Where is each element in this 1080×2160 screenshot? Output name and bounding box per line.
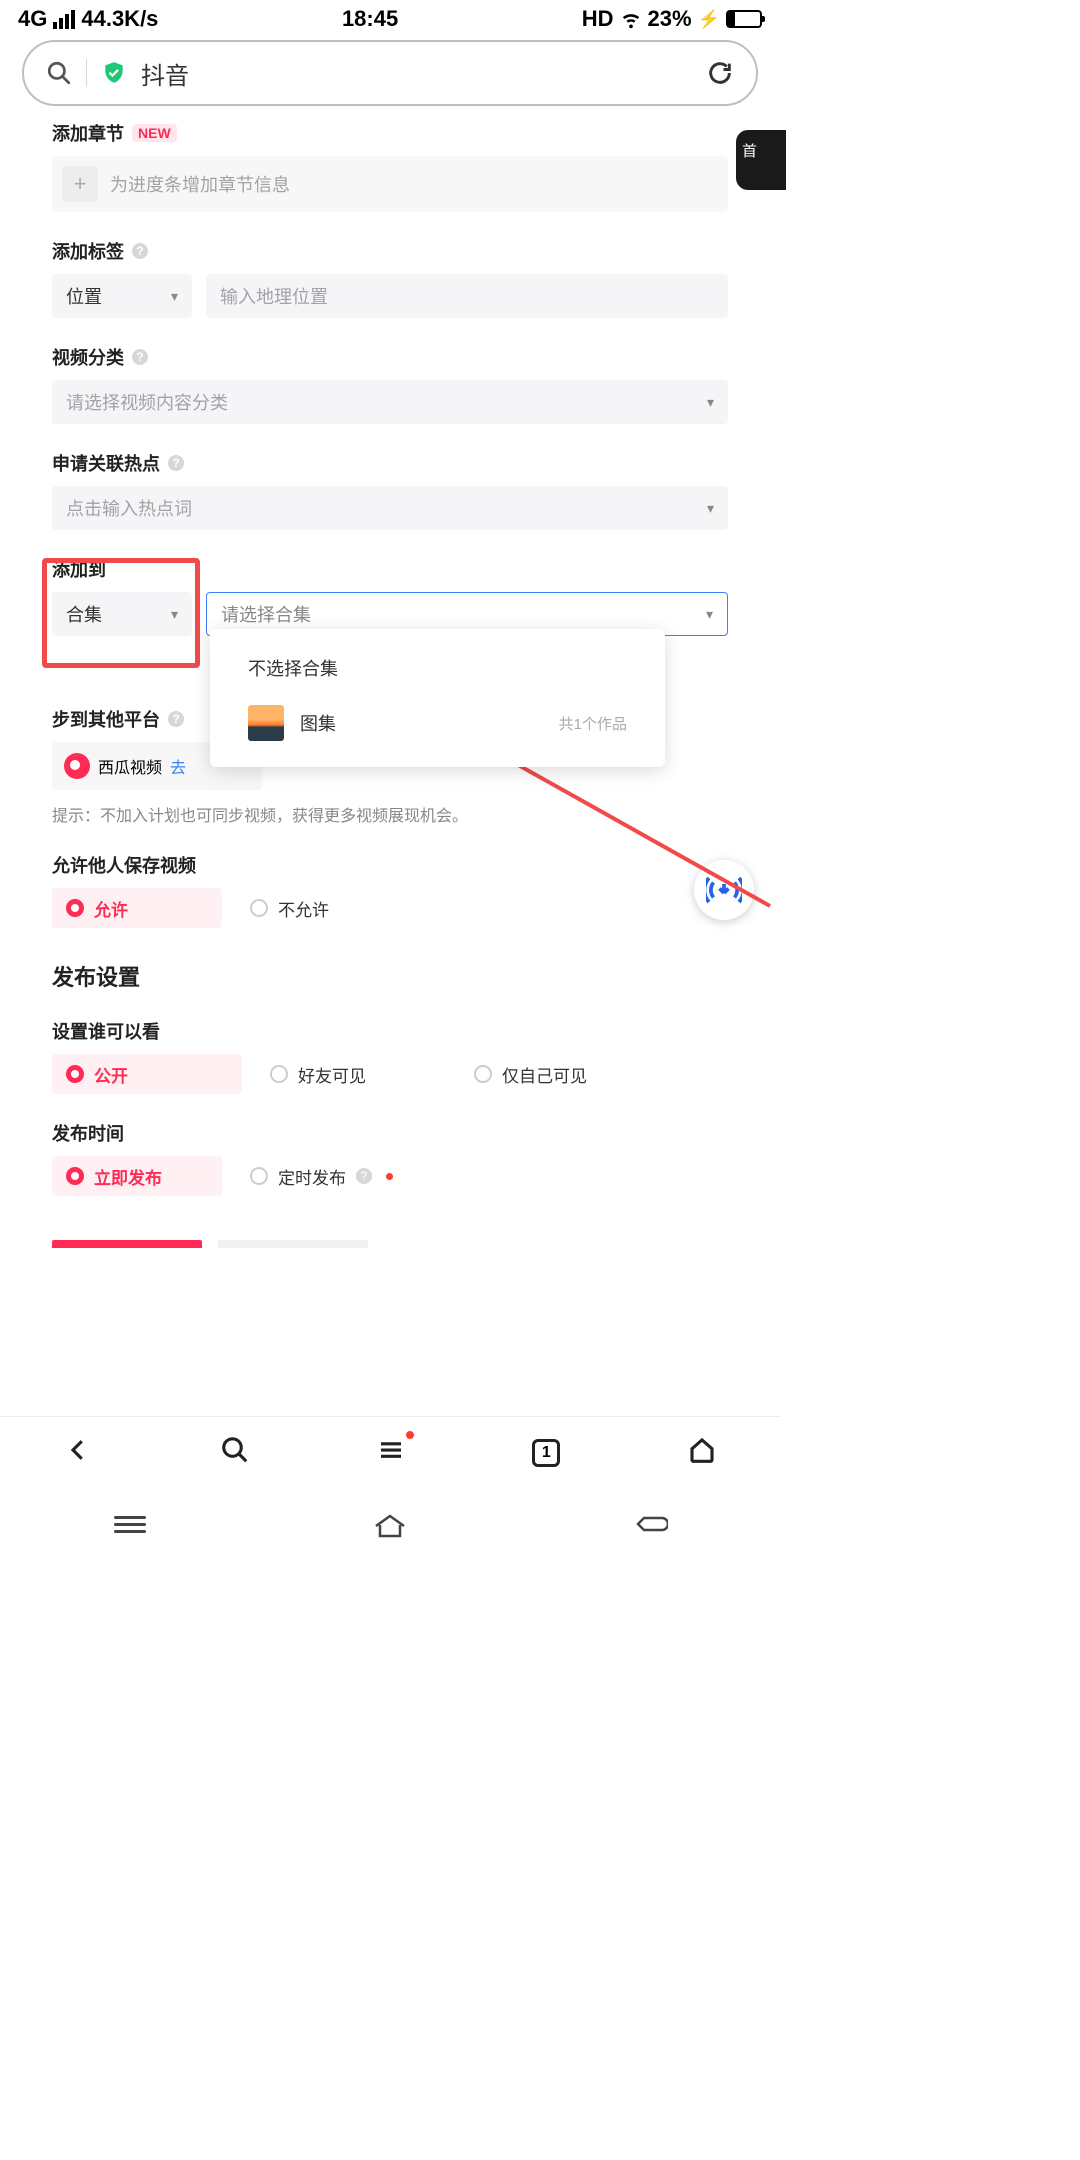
broadcast-float-button[interactable]	[694, 860, 754, 920]
search-icon	[46, 60, 72, 86]
menu-button[interactable]	[376, 1435, 406, 1470]
chevron-down-icon: ▾	[171, 288, 178, 305]
hd-indicator: HD	[582, 6, 614, 32]
help-icon[interactable]: ?	[168, 711, 184, 727]
new-badge: NEW	[132, 124, 177, 142]
self-radio[interactable]: 仅自己可见	[460, 1054, 650, 1094]
radio-empty-icon	[250, 1167, 268, 1185]
schedule-radio[interactable]: 定时发布 ?	[236, 1156, 436, 1196]
help-icon: ?	[356, 1168, 372, 1184]
chevron-down-icon: ▾	[707, 394, 714, 411]
net-speed: 44.3K/s	[81, 6, 158, 32]
chapter-label: 添加章节 NEW	[52, 120, 728, 146]
add-chapter-box[interactable]: + 为进度条增加章节信息	[52, 156, 728, 212]
location-input[interactable]: 输入地理位置	[206, 274, 728, 318]
visibility-label: 设置谁可以看	[52, 1018, 728, 1044]
broadcast-icon	[706, 872, 742, 908]
float-tab[interactable]: 首	[736, 130, 786, 190]
radio-empty-icon	[270, 1065, 288, 1083]
charging-icon: ⚡	[698, 9, 720, 30]
secure-shield-icon	[101, 60, 127, 86]
hotspot-label: 申请关联热点?	[52, 450, 728, 476]
red-dot-icon	[406, 1431, 414, 1439]
search-button[interactable]	[220, 1435, 250, 1470]
browser-bottom-nav: 1	[0, 1416, 780, 1488]
red-dot-icon	[386, 1173, 393, 1180]
help-icon[interactable]: ?	[168, 455, 184, 471]
battery-pct: 23%	[648, 6, 692, 32]
category-select[interactable]: 请选择视频内容分类 ▾	[52, 380, 728, 424]
network-type: 4G	[18, 6, 47, 32]
radio-checked-icon	[66, 1065, 84, 1083]
wifi-icon	[620, 8, 642, 30]
collection-thumbnail	[248, 705, 284, 741]
friends-radio[interactable]: 好友可见	[256, 1054, 446, 1094]
addto-type-select[interactable]: 合集▾	[52, 592, 192, 636]
battery-icon	[726, 10, 762, 28]
back-button[interactable]	[63, 1435, 93, 1470]
collection-dropdown: 不选择合集 图集 共1个作品	[210, 629, 665, 767]
browser-address-bar[interactable]: 抖音	[22, 40, 758, 106]
location-type-select[interactable]: 位置▾	[52, 274, 192, 318]
publish-time-label: 发布时间	[52, 1120, 728, 1146]
radio-empty-icon	[474, 1065, 492, 1083]
radio-checked-icon	[66, 1167, 84, 1185]
hotspot-input[interactable]: 点击输入热点词 ▾	[52, 486, 728, 530]
sync-hint: 提示：不加入计划也可同步视频，获得更多视频展现机会。	[52, 802, 728, 826]
status-bar: 4G 44.3K/s 18:45 HD 23% ⚡	[0, 0, 780, 34]
home-system-button[interactable]	[370, 1509, 410, 1539]
dropdown-collection-option[interactable]: 图集 共1个作品	[210, 693, 665, 753]
radio-checked-icon	[66, 899, 84, 917]
deny-save-radio[interactable]: 不允许	[236, 888, 406, 928]
clock: 18:45	[342, 6, 398, 32]
help-icon[interactable]: ?	[132, 349, 148, 365]
chevron-down-icon: ▾	[171, 606, 178, 623]
plus-icon: +	[62, 166, 98, 202]
help-icon[interactable]: ?	[132, 243, 148, 259]
publish-now-radio[interactable]: 立即发布	[52, 1156, 222, 1196]
tabs-button[interactable]: 1	[532, 1439, 560, 1467]
system-nav-bar	[0, 1488, 780, 1560]
recent-apps-button[interactable]	[110, 1509, 150, 1539]
publish-button-stub[interactable]	[52, 1240, 202, 1248]
site-name: 抖音	[141, 56, 189, 91]
tags-label: 添加标签?	[52, 238, 728, 264]
refresh-icon[interactable]	[706, 59, 734, 87]
secondary-button-stub[interactable]	[218, 1240, 368, 1248]
public-radio[interactable]: 公开	[52, 1054, 242, 1094]
radio-empty-icon	[250, 899, 268, 917]
chevron-down-icon: ▾	[707, 500, 714, 517]
home-button[interactable]	[687, 1435, 717, 1470]
chevron-down-icon: ▾	[706, 606, 713, 623]
back-system-button[interactable]	[630, 1509, 670, 1539]
allow-save-radio[interactable]: 允许	[52, 888, 222, 928]
addto-label: 添加到	[52, 556, 728, 582]
xigua-icon	[64, 753, 90, 779]
category-label: 视频分类?	[52, 344, 728, 370]
publish-settings-title: 发布设置	[52, 960, 728, 992]
signal-icon	[53, 10, 75, 29]
dropdown-none-option[interactable]: 不选择合集	[210, 643, 665, 693]
save-label: 允许他人保存视频	[52, 852, 728, 878]
